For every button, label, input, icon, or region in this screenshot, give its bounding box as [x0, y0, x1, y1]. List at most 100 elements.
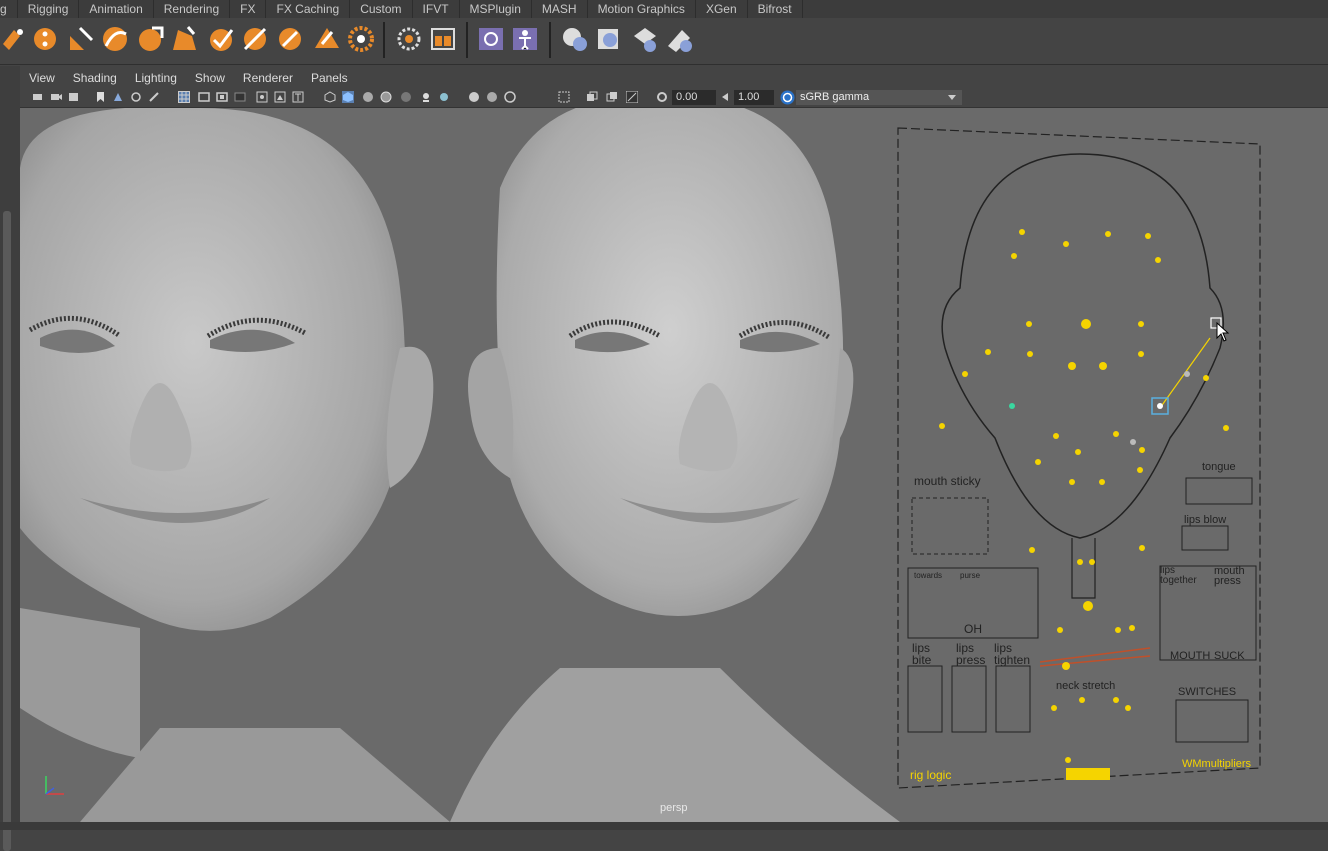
- label-purse: purse: [960, 571, 981, 580]
- label-towards: towards: [914, 571, 943, 580]
- shelf-tab-custom[interactable]: Custom: [350, 0, 413, 18]
- panel-menu-bar: View Shading Lighting Show Renderer Pane…: [20, 68, 1328, 88]
- shelf-tab-xgen[interactable]: XGen: [696, 0, 748, 18]
- depth-of-field-icon[interactable]: [504, 91, 516, 103]
- menu-lighting[interactable]: Lighting: [126, 71, 186, 85]
- shelf-tab-rigging[interactable]: Rigging: [18, 0, 80, 18]
- shelf-tabs: g Rigging Animation Rendering FX FX Cach…: [0, 0, 1328, 18]
- rig-tool-icon[interactable]: [0, 24, 30, 54]
- wireframe-icon[interactable]: [324, 91, 336, 103]
- use-all-lights-icon[interactable]: [400, 91, 412, 103]
- menu-panels[interactable]: Panels: [302, 71, 357, 85]
- xray-icon[interactable]: [586, 91, 598, 103]
- shadows-icon[interactable]: [420, 91, 432, 103]
- xray-joints-icon[interactable]: [606, 91, 618, 103]
- film-gate-icon[interactable]: [198, 91, 210, 103]
- label-lips-together: lips together: [1160, 565, 1197, 586]
- wireframe-on-shaded-icon[interactable]: [362, 91, 374, 103]
- grid-icon[interactable]: [178, 91, 190, 103]
- label-switches: SWITCHES: [1178, 686, 1237, 698]
- axis-gizmo-icon: [45, 776, 64, 795]
- motion-blur-icon[interactable]: [468, 91, 480, 103]
- menu-show[interactable]: Show: [186, 71, 234, 85]
- copy-weights-icon[interactable]: [206, 24, 236, 54]
- safe-action-icon[interactable]: [274, 91, 286, 103]
- shelf-tab-mash[interactable]: MASH: [532, 0, 588, 18]
- shelf-separator: [466, 22, 468, 58]
- multisample-aa-icon[interactable]: [486, 91, 498, 103]
- blendshape-icon[interactable]: [560, 24, 590, 54]
- menu-renderer[interactable]: Renderer: [234, 71, 302, 85]
- camera-attributes-icon[interactable]: [50, 91, 62, 103]
- camera-label: persp: [660, 802, 688, 814]
- screen-space-ao-icon[interactable]: [438, 91, 450, 103]
- label-rig-logic: rig logic: [910, 768, 952, 782]
- scrollbar[interactable]: [3, 211, 11, 851]
- bookmark-icon[interactable]: [68, 91, 80, 103]
- shape-editor-icon[interactable]: [594, 24, 624, 54]
- exposure-icon[interactable]: [656, 91, 668, 103]
- menu-view[interactable]: View: [20, 71, 64, 85]
- image-plane-icon[interactable]: [112, 91, 124, 103]
- bind-skin-icon[interactable]: [136, 24, 166, 54]
- label-mouth-sticky: mouth sticky: [914, 474, 981, 488]
- gate-mask-icon[interactable]: [234, 91, 246, 103]
- resolution-gate-icon[interactable]: [216, 91, 228, 103]
- grease-pencil-icon[interactable]: [148, 91, 160, 103]
- exposure-field[interactable]: 0.00: [672, 90, 716, 105]
- label-lips-tighten: lips tighten: [994, 641, 1031, 667]
- shelf-tab-ifvt[interactable]: IFVT: [413, 0, 460, 18]
- view-transform-select[interactable]: sGRB gamma: [796, 90, 962, 105]
- prune-weights-icon[interactable]: [275, 24, 305, 54]
- shelf-tab-motion-graphics[interactable]: Motion Graphics: [588, 0, 696, 18]
- gear-icon[interactable]: [346, 24, 376, 54]
- chevron-down-icon[interactable]: [946, 91, 958, 103]
- character-icon[interactable]: [510, 24, 540, 54]
- pose-editor-icon[interactable]: [476, 24, 506, 54]
- label-lips-bite: lips bite: [912, 641, 932, 667]
- isolate-select-icon[interactable]: [558, 91, 570, 103]
- add-target-icon[interactable]: [630, 24, 660, 54]
- smooth-weights-icon[interactable]: [312, 24, 342, 54]
- skin-icon[interactable]: [100, 24, 130, 54]
- label-neck-stretch: neck stretch: [1056, 680, 1116, 692]
- shelf-separator: [549, 22, 551, 58]
- deformer-icon[interactable]: [664, 24, 694, 54]
- field-chart-icon[interactable]: [256, 91, 268, 103]
- paint-weights-icon[interactable]: [170, 24, 200, 54]
- label-mouth-press: mouth press: [1214, 565, 1245, 587]
- left-side-strip: [0, 66, 20, 851]
- smooth-shade-icon[interactable]: [342, 91, 354, 103]
- shelf-tab-bifrost[interactable]: Bifrost: [748, 0, 803, 18]
- shelf-separator: [383, 22, 385, 58]
- shelf-tab-fx[interactable]: FX: [230, 0, 267, 18]
- mirror-weights-icon[interactable]: [240, 24, 270, 54]
- shelf-tab-msplugin[interactable]: MSPlugin: [460, 0, 532, 18]
- shelf-tab-current[interactable]: g: [0, 0, 18, 18]
- head-model-right[interactable]: [450, 108, 900, 822]
- bottom-border: [0, 822, 1328, 830]
- window-icon[interactable]: [428, 24, 458, 54]
- 2d-pan-zoom-icon[interactable]: [130, 91, 142, 103]
- xray-active-components-icon[interactable]: [626, 91, 638, 103]
- viewport-scene: [20, 108, 1261, 822]
- viewport-3d[interactable]: mouth sticky tongue lips blow towards pu…: [20, 108, 1328, 822]
- settings-icon[interactable]: [394, 24, 424, 54]
- gamma-icon[interactable]: [720, 91, 732, 103]
- safe-title-icon[interactable]: [292, 91, 304, 103]
- label-mouth-suck-a: MOUTH: [1170, 650, 1211, 662]
- label-lips-press: lips press: [956, 641, 986, 667]
- ik-handle-icon[interactable]: [66, 24, 96, 54]
- shelf-tab-rendering[interactable]: Rendering: [154, 0, 231, 18]
- shelf-tab-fx-caching[interactable]: FX Caching: [266, 0, 351, 18]
- head-model-left[interactable]: [20, 108, 450, 822]
- menu-shading[interactable]: Shading: [64, 71, 126, 85]
- shelf: [0, 18, 1328, 65]
- shelf-tab-animation[interactable]: Animation: [79, 0, 154, 18]
- color-management-toggle-icon[interactable]: [780, 90, 795, 105]
- textured-icon[interactable]: [380, 91, 392, 103]
- select-camera-icon[interactable]: [32, 91, 44, 103]
- joint-chain-icon[interactable]: [30, 24, 60, 54]
- gamma-field[interactable]: 1.00: [734, 90, 774, 105]
- bookmark-flag-icon[interactable]: [94, 91, 106, 103]
